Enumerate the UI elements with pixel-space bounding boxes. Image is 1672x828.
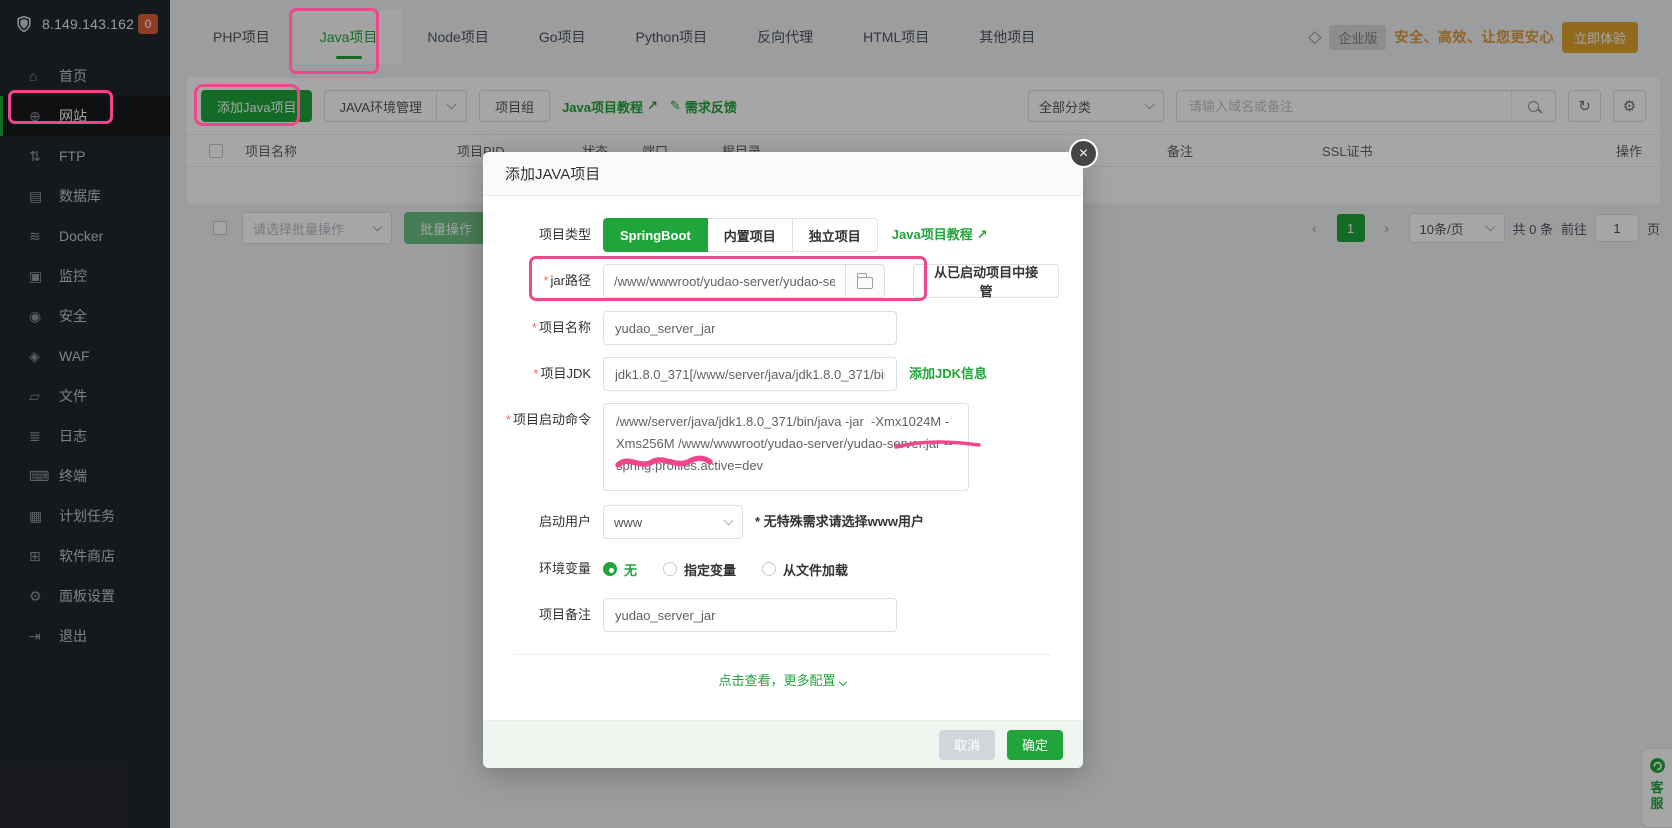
env-vars-row: 环境变量 无 指定变量 从文件加载	[505, 552, 1059, 586]
env-vars-radio-group: 无 指定变量 从文件加载	[603, 552, 848, 586]
project-note-row: 项目备注	[505, 598, 1059, 632]
modal-title: 添加JAVA项目	[505, 163, 600, 184]
cancel-button[interactable]: 取消	[939, 730, 995, 760]
type-springboot-button[interactable]: SpringBoot	[603, 218, 708, 252]
confirm-button[interactable]: 确定	[1007, 730, 1063, 760]
modal-close-button[interactable]: ×	[1069, 139, 1098, 168]
jar-path-input[interactable]	[604, 265, 845, 297]
jar-path-label: jar路径	[551, 273, 591, 288]
type-builtin-button[interactable]: 内置项目	[708, 218, 793, 252]
start-command-row: *项目启动命令 /www/server/java/jdk1.8.0_371/bi…	[505, 403, 1059, 491]
run-user-row: 启动用户 www * 无特殊需求请选择www用户	[505, 505, 1059, 539]
env-from-file-radio[interactable]: 从文件加载	[762, 560, 848, 579]
radio-icon	[762, 562, 776, 576]
run-user-hint: * 无特殊需求请选择www用户	[755, 505, 924, 539]
start-command-textarea[interactable]: /www/server/java/jdk1.8.0_371/bin/java -…	[603, 403, 969, 491]
project-type-segmented: SpringBoot 内置项目 独立项目	[603, 218, 878, 252]
env-vars-label: 环境变量	[505, 552, 591, 586]
project-name-row: *项目名称	[505, 311, 1059, 345]
browse-folder-button[interactable]	[845, 265, 884, 297]
folder-icon	[857, 277, 873, 289]
chevron-down-icon	[838, 678, 846, 686]
run-user-select[interactable]: www	[603, 505, 743, 539]
env-specify-radio[interactable]: 指定变量	[663, 560, 736, 579]
takeover-running-project-button[interactable]: 从已启动项目中接管	[913, 264, 1059, 298]
close-icon: ×	[1079, 146, 1088, 162]
project-name-label: 项目名称	[539, 320, 591, 335]
project-type-label: 项目类型	[505, 218, 591, 252]
run-user-label: 启动用户	[505, 505, 591, 539]
chevron-down-icon	[724, 516, 734, 526]
project-note-input[interactable]	[603, 598, 897, 632]
project-type-row: 项目类型 SpringBoot 内置项目 独立项目 Java项目教程 ↗	[505, 218, 1059, 252]
modal-divider	[513, 654, 1051, 655]
more-config-link[interactable]: 点击查看，更多配置	[505, 670, 1059, 689]
jar-path-group	[603, 264, 885, 298]
project-jdk-input[interactable]	[603, 357, 897, 391]
external-link-icon: ↗	[977, 218, 988, 252]
env-none-radio[interactable]: 无	[603, 560, 637, 579]
jar-path-row: *jar路径 从已启动项目中接管	[505, 264, 1059, 298]
type-standalone-button[interactable]: 独立项目	[793, 218, 878, 252]
radio-icon	[663, 562, 677, 576]
radio-icon	[603, 562, 617, 576]
required-mark: *	[543, 273, 548, 288]
modal-body: 项目类型 SpringBoot 内置项目 独立项目 Java项目教程 ↗ *ja…	[483, 196, 1083, 689]
project-name-input[interactable]	[603, 311, 897, 345]
modal-header: 添加JAVA项目	[483, 152, 1083, 196]
project-note-label: 项目备注	[505, 598, 591, 632]
start-command-label: 项目启动命令	[513, 412, 591, 427]
modal-footer: 取消 确定	[483, 720, 1083, 768]
modal-java-tutorial-link[interactable]: Java项目教程 ↗	[892, 218, 988, 252]
project-jdk-row: *项目JDK 添加JDK信息	[505, 357, 1059, 391]
project-jdk-label: 项目JDK	[540, 366, 591, 381]
add-java-project-modal: × 添加JAVA项目 项目类型 SpringBoot 内置项目 独立项目 Jav…	[483, 152, 1083, 768]
add-jdk-link[interactable]: 添加JDK信息	[909, 357, 987, 391]
